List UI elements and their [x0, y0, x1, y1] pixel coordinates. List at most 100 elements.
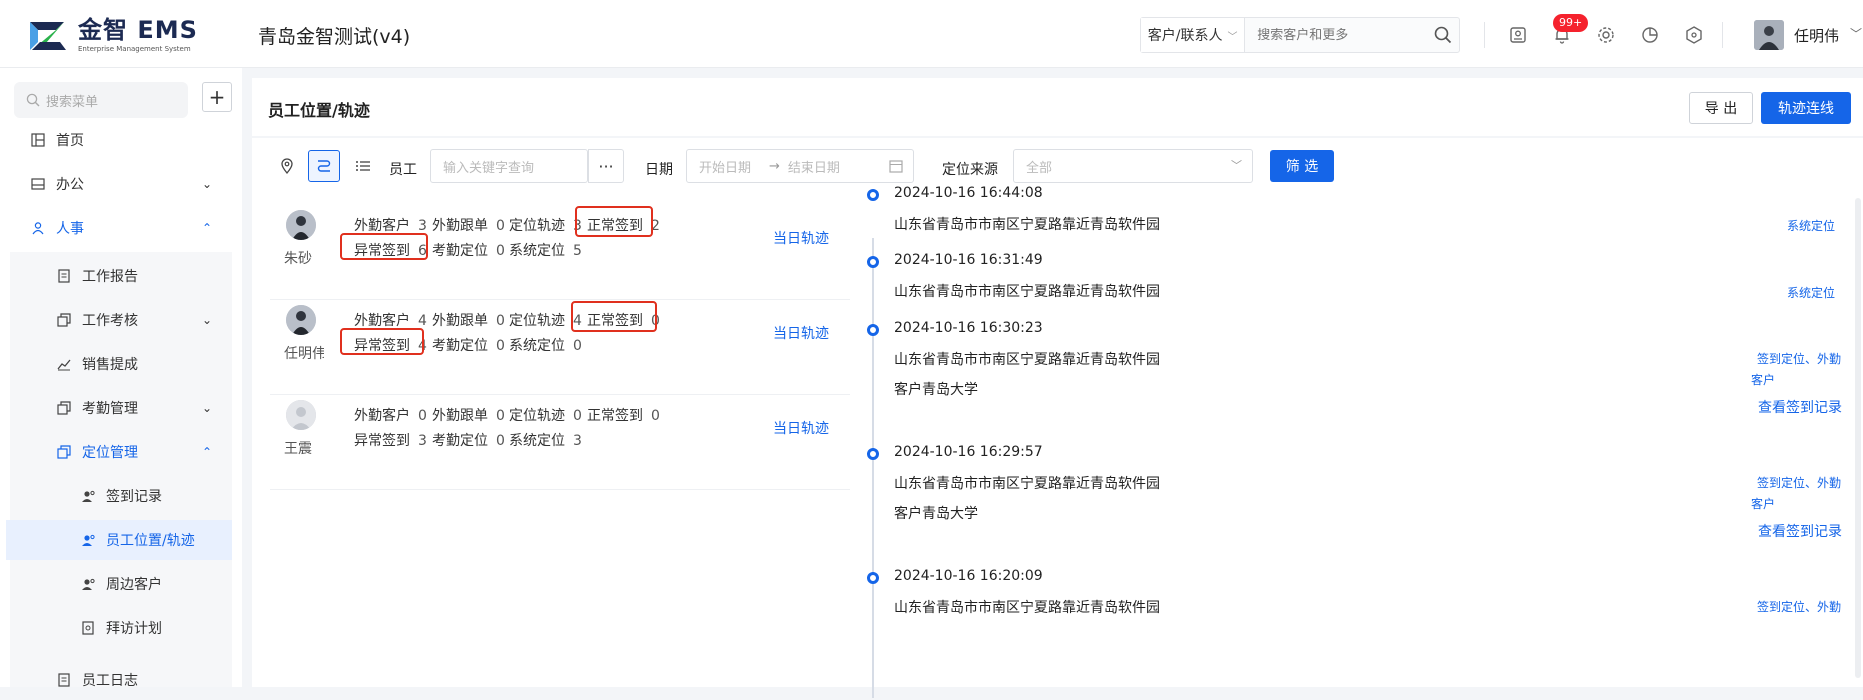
- employee-input[interactable]: 输入关键字查询: [430, 149, 588, 183]
- avatar: [286, 305, 316, 335]
- stat-label: 系统定位: [509, 243, 565, 259]
- stat-value: 0: [418, 408, 427, 424]
- source-select[interactable]: 全部 ﹀: [1013, 149, 1253, 183]
- timeline-source: 签到定位、外勤: [1757, 352, 1842, 366]
- stat-item: 定位轨迹 3: [509, 215, 582, 235]
- filter-button[interactable]: 筛 选: [1270, 150, 1334, 182]
- global-search: 客户/联系人 ﹀: [1140, 17, 1460, 53]
- stat-value: 3: [418, 433, 427, 449]
- grid-icon: [30, 132, 46, 148]
- top-bar: 金智 EMS Enterprise Management System 青岛金智…: [0, 0, 1863, 68]
- sidebar-item-employee-location[interactable]: 员工位置/轨迹: [6, 520, 232, 560]
- scrollbar[interactable]: [1855, 198, 1861, 678]
- employee-label: 员工: [389, 162, 417, 178]
- menu-search-input[interactable]: 搜索菜单: [14, 82, 188, 118]
- stat-label: 系统定位: [509, 338, 565, 354]
- timeline-source: 签到定位、外勤: [1757, 600, 1842, 614]
- timeline-dot: [867, 572, 879, 584]
- stat-value: 0: [496, 338, 505, 354]
- stat-item: 外勤跟单 0: [432, 215, 505, 235]
- employee-name: 朱砂: [284, 251, 312, 267]
- more-button[interactable]: ···: [588, 149, 624, 183]
- stat-label: 外勤客户: [354, 408, 410, 424]
- day-track-link[interactable]: 当日轨迹: [773, 228, 829, 248]
- stat-label: 正常签到: [587, 408, 643, 424]
- global-search-input[interactable]: [1245, 27, 1428, 43]
- stat-item: 外勤跟单 0: [432, 405, 505, 425]
- chevron-down-icon: ⌄: [201, 401, 212, 415]
- route-icon[interactable]: [308, 150, 340, 182]
- pie-chart-icon[interactable]: [1639, 24, 1661, 46]
- contact-card-icon[interactable]: [1507, 24, 1529, 46]
- cube-icon[interactable]: [1683, 24, 1705, 46]
- stat-label: 定位轨迹: [509, 218, 565, 234]
- track-connect-button[interactable]: 轨迹连线: [1761, 92, 1851, 124]
- sidebar-item-work-report[interactable]: 工作报告: [0, 256, 242, 296]
- map-pin-icon[interactable]: [271, 150, 303, 182]
- sidebar-item-work-assessment[interactable]: 工作考核 ⌄: [0, 300, 242, 340]
- day-track-link[interactable]: 当日轨迹: [773, 418, 829, 438]
- stat-value: 0: [651, 408, 660, 424]
- page-title: 员工位置/轨迹: [268, 101, 370, 120]
- search-icon[interactable]: [1427, 18, 1459, 52]
- stat-value: 5: [573, 243, 582, 259]
- document-icon: [56, 672, 72, 688]
- list-icon[interactable]: [347, 150, 379, 182]
- notification-badge: 99+: [1553, 14, 1589, 32]
- employee-row[interactable]: 王震 外勤客户 0 外勤跟单 0 定位轨迹 0 正常签到 0 异常签到 3 考勤定位 0 系统定位 3 当日轨…: [270, 378, 850, 490]
- stat-item: 考勤定位 0: [432, 430, 505, 450]
- user-name[interactable]: 任明伟: [1794, 25, 1839, 46]
- logo[interactable]: 金智 EMS Enterprise Management System: [26, 18, 198, 54]
- date-range-picker[interactable]: 开始日期 → 结束日期: [686, 149, 914, 183]
- chevron-down-icon[interactable]: ﹀: [1850, 25, 1862, 42]
- people-icon: [30, 220, 46, 236]
- sidebar-item-employee-log[interactable]: 员工日志: [0, 660, 242, 700]
- stat-value: 3: [573, 433, 582, 449]
- chevron-down-icon: ﹀: [1231, 159, 1242, 172]
- timeline-address: 山东省青岛市市南区宁夏路靠近青岛软件园: [894, 476, 1160, 492]
- main-panel: 员工位置/轨迹 导 出 轨迹连线 员工 输入关键字查询 ··· 日期 开始日期 …: [252, 78, 1863, 698]
- stat-label: 定位轨迹: [509, 408, 565, 424]
- sidebar-item-hr[interactable]: 人事 ⌃: [0, 208, 242, 248]
- sidebar-item-visit-plan[interactable]: 拜访计划: [0, 608, 242, 648]
- timeline-time: 2024-10-16 16:30:23: [894, 320, 1043, 336]
- logo-subtitle: Enterprise Management System: [78, 45, 191, 53]
- stat-item: 系统定位 0: [509, 335, 582, 355]
- user-pin-icon: [80, 576, 96, 592]
- highlight-box: [571, 301, 657, 332]
- source-label: 定位来源: [942, 162, 998, 178]
- timeline-time: 2024-10-16 16:31:49: [894, 252, 1043, 268]
- view-checkin-record-link[interactable]: 查看签到记录: [1758, 397, 1842, 417]
- copy-icon: [56, 444, 72, 460]
- add-button[interactable]: +: [202, 82, 232, 112]
- gear-icon[interactable]: [1595, 24, 1617, 46]
- day-track-link[interactable]: 当日轨迹: [773, 323, 829, 343]
- view-checkin-record-link[interactable]: 查看签到记录: [1758, 521, 1842, 541]
- highlight-box: [340, 233, 428, 260]
- sidebar-item-attendance[interactable]: 考勤管理 ⌄: [0, 388, 242, 428]
- timeline-address: 山东省青岛市市南区宁夏路靠近青岛软件园: [894, 600, 1160, 616]
- sidebar-item-sales-commission[interactable]: 销售提成: [0, 344, 242, 384]
- sidebar-item-nearby-customers[interactable]: 周边客户: [0, 564, 242, 604]
- timeline-dot: [867, 324, 879, 336]
- sidebar-item-home[interactable]: 首页: [0, 120, 242, 160]
- highlight-box: [575, 206, 653, 237]
- user-avatar[interactable]: [1754, 20, 1784, 50]
- stat-item: 外勤客户 3: [354, 215, 427, 235]
- stat-item: 考勤定位 0: [432, 335, 505, 355]
- sidebar-item-office[interactable]: 办公 ⌄: [0, 164, 242, 204]
- timeline-address: 山东省青岛市市南区宁夏路靠近青岛软件园: [894, 217, 1160, 233]
- sidebar-item-location-mgmt[interactable]: 定位管理 ⌃: [0, 432, 242, 472]
- stat-value: 3: [418, 218, 427, 234]
- timeline-dot: [867, 256, 879, 268]
- user-pin-icon: [80, 488, 96, 504]
- timeline-source: 系统定位: [1787, 219, 1836, 233]
- document-icon: [80, 620, 96, 636]
- export-button[interactable]: 导 出: [1689, 92, 1753, 124]
- stat-item: 外勤客户 0: [354, 405, 427, 425]
- timeline-dot: [867, 448, 879, 460]
- timeline-source-cont: 客户: [1751, 373, 1776, 387]
- stat-item: 系统定位 5: [509, 240, 582, 260]
- search-type-select[interactable]: 客户/联系人 ﹀: [1141, 18, 1246, 52]
- sidebar-item-checkin-records[interactable]: 签到记录: [0, 476, 242, 516]
